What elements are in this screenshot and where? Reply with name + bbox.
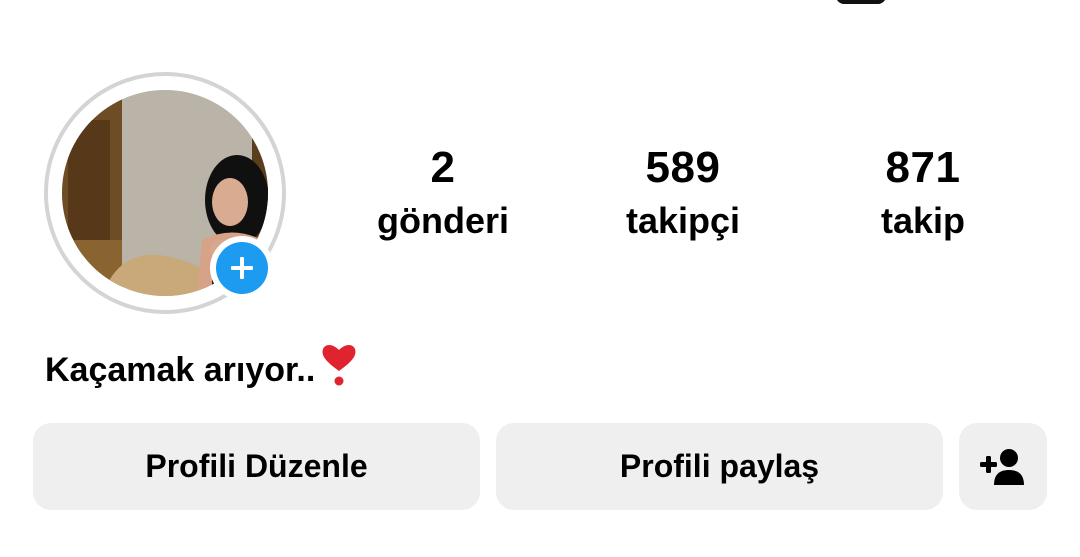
heavy-heart-exclamation-icon <box>322 345 356 386</box>
edit-profile-button[interactable]: Profili Düzenle <box>33 423 480 510</box>
stat-following[interactable]: 871 takip <box>823 140 1023 244</box>
add-story-badge <box>216 242 268 294</box>
following-label: takip <box>880 200 966 241</box>
plus-icon <box>231 257 253 279</box>
edit-profile-label: Profili Düzenle <box>145 448 368 484</box>
profile-bio: Kaçamak arıyor.. <box>45 343 359 394</box>
discover-people-button[interactable] <box>959 423 1047 510</box>
add-person-icon <box>980 448 1024 485</box>
posts-count: 2 <box>430 143 456 192</box>
followers-count: 589 <box>645 143 721 192</box>
stat-posts[interactable]: 2 gönderi <box>343 140 543 244</box>
share-profile-label: Profili paylaş <box>619 448 820 484</box>
top-edge-icon <box>836 0 886 4</box>
followers-label: takipçi <box>625 200 741 241</box>
stat-followers[interactable]: 589 takipçi <box>583 140 783 244</box>
add-story-button[interactable] <box>210 236 274 300</box>
following-count: 871 <box>885 143 961 192</box>
bio-text: Kaçamak arıyor.. <box>45 351 316 389</box>
posts-label: gönderi <box>377 200 509 241</box>
share-profile-button[interactable]: Profili paylaş <box>496 423 943 510</box>
